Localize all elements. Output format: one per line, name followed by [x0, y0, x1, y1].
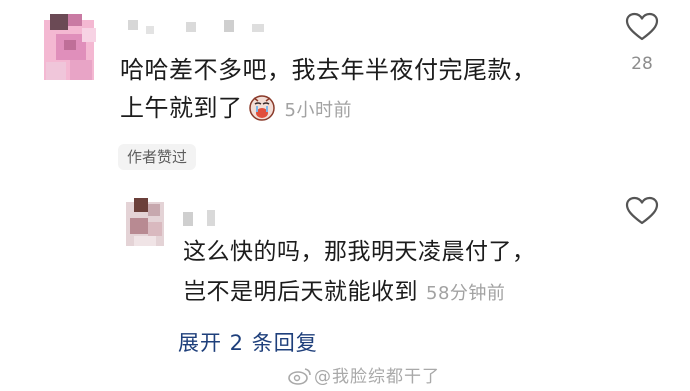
reply-text-line2-content: 岂不是明后天就能收到: [183, 279, 418, 305]
reply-like-button[interactable]: [622, 196, 662, 230]
reply-text-line2: 岂不是明后天就能收到 58分钟前: [183, 272, 536, 314]
weibo-logo-icon: [288, 367, 312, 385]
comment-like-button[interactable]: 28: [622, 12, 662, 74]
comment-text-line2: 上午就到了 5小时前: [120, 89, 537, 130]
replier-avatar[interactable]: [122, 196, 168, 252]
reply-text: 这么快的吗，那我明天凌晨付了， 岂不是明后天就能收到 58分钟前: [183, 232, 536, 314]
expand-replies-link[interactable]: 展开 2 条回复: [178, 327, 318, 357]
author-liked-badge: 作者赞过: [118, 144, 197, 170]
comment-text: 哈哈差不多吧，我去年半夜付完尾款， 上午就到了 5小时前: [120, 51, 537, 130]
commenter-name[interactable]: [128, 18, 268, 38]
heart-outline-icon: [625, 196, 659, 230]
comment-text-line2-content: 上午就到了: [120, 94, 243, 122]
comment-text-line1: 哈哈差不多吧，我去年半夜付完尾款，: [120, 56, 537, 84]
watermark-text: @我脸综都干了: [314, 367, 440, 387]
replier-name[interactable]: [183, 208, 217, 230]
comment-like-count: 28: [631, 54, 653, 74]
reply-text-line1: 这么快的吗，那我明天凌晨付了，: [183, 239, 536, 265]
heart-outline-icon: [625, 12, 659, 46]
watermark: @我脸综都干了: [288, 362, 440, 387]
reply-timestamp: 58分钟前: [426, 283, 506, 304]
crying-face-emoji-icon: [247, 92, 277, 122]
commenter-avatar[interactable]: [36, 10, 102, 94]
comment-timestamp: 5小时前: [284, 100, 352, 121]
